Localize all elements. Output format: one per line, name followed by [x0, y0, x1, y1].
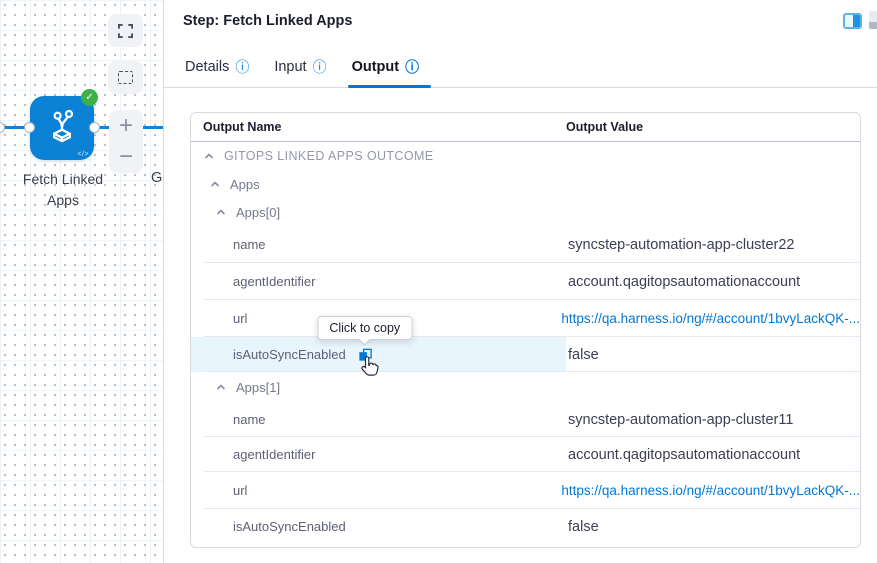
- output-value: https://qa.harness.io/ng/#/account/1bvyL…: [559, 311, 860, 327]
- output-value: account.qagitopsautomationaccount: [568, 273, 801, 290]
- group-label: GITOPS LINKED APPS OUTCOME: [224, 149, 434, 163]
- info-icon[interactable]: ⓘ: [313, 60, 327, 74]
- zoom-in-button[interactable]: +: [109, 110, 143, 142]
- table-row: url https://qa.harness.io/ng/#/account/1…: [191, 472, 860, 509]
- output-value: syncstep-automation-app-cluster11: [568, 411, 794, 428]
- output-value-link[interactable]: https://qa.harness.io/ng/#/account/1bvyL…: [561, 483, 860, 498]
- output-table: Output Name Output Value GITOPS LINKED A…: [190, 112, 861, 548]
- group-row-apps-1[interactable]: Apps[1]: [191, 372, 860, 402]
- group-row-apps-0[interactable]: Apps[0]: [191, 198, 860, 226]
- canvas-fullscreen-button[interactable]: [108, 14, 143, 47]
- tab-input-label: Input: [274, 59, 307, 75]
- marquee-select-icon: [118, 71, 133, 84]
- table-row: agentIdentifier account.qagitopsautomati…: [191, 437, 860, 472]
- tab-details-label: Details: [185, 59, 230, 75]
- node-connector-right[interactable]: [89, 122, 100, 133]
- output-key: agentIdentifier: [233, 447, 316, 462]
- table-row: agentIdentifier account.qagitopsautomati…: [191, 263, 860, 300]
- pipeline-canvas[interactable]: </> ✓ Fetch Linked Apps G + −: [0, 0, 163, 563]
- tab-input[interactable]: Input ⓘ: [274, 59, 326, 75]
- output-value: account.qagitopsautomationaccount: [568, 446, 801, 463]
- node-connector-left[interactable]: [24, 122, 35, 133]
- table-row: url https://qa.harness.io/ng/#/account/1…: [191, 300, 860, 337]
- chevron-up-icon[interactable]: [216, 207, 226, 217]
- canvas-select-button[interactable]: [108, 61, 143, 94]
- tab-output[interactable]: Output ⓘ: [352, 59, 420, 75]
- canvas-zoom-controls: + −: [109, 110, 143, 173]
- next-node-label-cut: G: [151, 170, 163, 186]
- output-key: name: [233, 237, 266, 252]
- node-label: Fetch Linked Apps: [0, 169, 126, 211]
- info-icon[interactable]: ⓘ: [235, 60, 249, 74]
- output-key: isAutoSyncEnabled Click to copy: [191, 315, 566, 376]
- step-tabs: Details ⓘ Input ⓘ Output ⓘ: [185, 54, 419, 80]
- panel-title: Step: Fetch Linked Apps: [183, 13, 353, 29]
- group-label: Apps[0]: [236, 204, 281, 220]
- output-key: name: [233, 412, 266, 427]
- group-label: Apps: [230, 176, 260, 192]
- panel-secondary-icon[interactable]: [869, 11, 877, 29]
- panel-layout-toggle-icon[interactable]: [843, 13, 862, 29]
- info-icon[interactable]: ⓘ: [405, 60, 419, 74]
- node-label-line2: Apps: [47, 192, 79, 208]
- node-label-line1: Fetch Linked: [22, 171, 104, 187]
- active-tab-underline: [348, 85, 431, 88]
- zoom-out-button[interactable]: −: [109, 142, 143, 174]
- output-key: url: [233, 483, 248, 498]
- table-row: name syncstep-automation-app-cluster11: [191, 402, 860, 437]
- table-row: isAutoSyncEnabled false: [191, 509, 860, 544]
- output-value: https://qa.harness.io/ng/#/account/1bvyL…: [559, 483, 860, 499]
- fullscreen-icon: [118, 23, 133, 38]
- output-value: false: [568, 346, 599, 363]
- copy-tooltip: Click to copy: [317, 315, 413, 340]
- chevron-up-icon[interactable]: [216, 382, 226, 392]
- tabs-divider: [164, 87, 877, 88]
- group-row-gitops-outcome[interactable]: GITOPS LINKED APPS OUTCOME: [191, 142, 860, 170]
- output-value-link[interactable]: https://qa.harness.io/ng/#/account/1bvyL…: [561, 311, 860, 326]
- app-root: </> ✓ Fetch Linked Apps G + − Step: Fetc…: [0, 0, 877, 563]
- group-label: Apps[1]: [236, 379, 281, 395]
- table-row-hovered: isAutoSyncEnabled Click to copy false: [191, 315, 860, 376]
- chevron-up-icon[interactable]: [210, 179, 220, 189]
- step-details-panel: Step: Fetch Linked Apps Details ⓘ Input …: [164, 0, 877, 563]
- output-key: agentIdentifier: [233, 274, 316, 289]
- output-value: syncstep-automation-app-cluster22: [568, 236, 795, 253]
- chevron-up-icon[interactable]: [204, 151, 214, 161]
- group-row-apps[interactable]: Apps: [191, 170, 860, 198]
- column-header-output-name: Output Name: [203, 120, 282, 134]
- output-key: isAutoSyncEnabled: [233, 519, 346, 534]
- step-node-fetch-linked-apps[interactable]: </> ✓: [24, 89, 100, 160]
- gitops-step-icon: [52, 109, 74, 143]
- tab-details[interactable]: Details ⓘ: [185, 59, 249, 75]
- success-check-badge: ✓: [81, 89, 98, 106]
- code-glyph: </>: [77, 151, 89, 158]
- edge-connector-dot-left: [0, 122, 5, 133]
- output-value: false: [568, 518, 599, 535]
- copy-anchor: Click to copy: [317, 315, 413, 376]
- column-header-output-value: Output Value: [566, 120, 644, 134]
- tab-output-label: Output: [351, 59, 400, 75]
- table-row: name syncstep-automation-app-cluster22: [191, 226, 860, 263]
- output-table-header: Output Name Output Value: [191, 113, 860, 142]
